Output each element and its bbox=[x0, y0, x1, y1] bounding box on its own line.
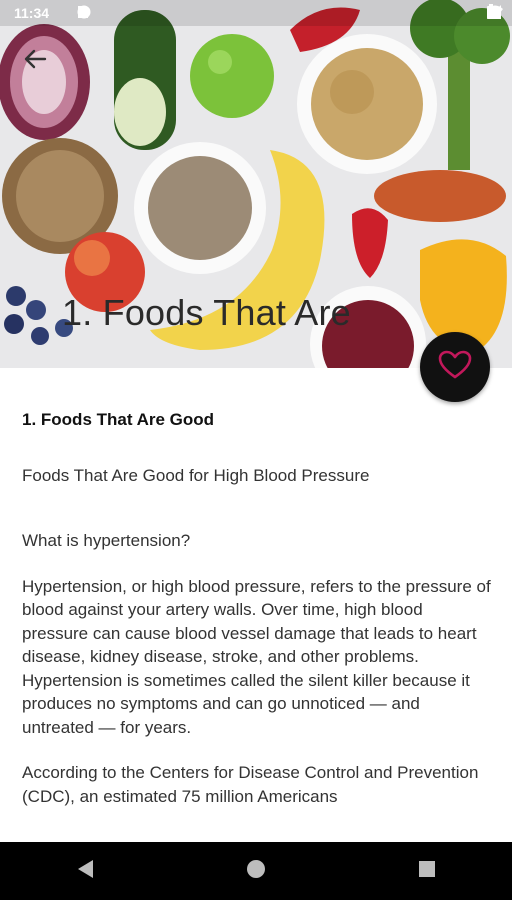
back-triangle-icon bbox=[75, 858, 95, 885]
article-question: What is hypertension? bbox=[22, 531, 191, 550]
navigation-bar bbox=[0, 842, 512, 900]
article-subtitle: Foods That Are Good for High Blood Press… bbox=[22, 465, 370, 485]
nav-back-button[interactable] bbox=[55, 851, 115, 891]
header-title: 1. Foods That Are bbox=[62, 292, 351, 333]
recents-square-icon bbox=[417, 859, 437, 884]
status-bar: 11:34 bbox=[0, 0, 512, 26]
heart-outline-icon bbox=[438, 350, 472, 385]
back-button[interactable] bbox=[22, 46, 58, 82]
article-paragraph: According to the Centers for Disease Con… bbox=[22, 763, 479, 806]
article-heading: 1. Foods That Are Good bbox=[22, 410, 215, 429]
status-time: 11:34 bbox=[14, 5, 50, 21]
article-content: 1. Foods That Are Good Foods That Are Go… bbox=[22, 400, 492, 808]
header-image: 11:34 1. Foods That Are bbox=[0, 0, 512, 368]
favorite-button[interactable] bbox=[420, 332, 490, 402]
home-circle-icon bbox=[245, 858, 267, 885]
nav-recents-button[interactable] bbox=[397, 851, 457, 891]
nav-home-button[interactable] bbox=[226, 851, 286, 891]
article-paragraph: Hypertension, or high blood pressure, re… bbox=[22, 576, 491, 737]
